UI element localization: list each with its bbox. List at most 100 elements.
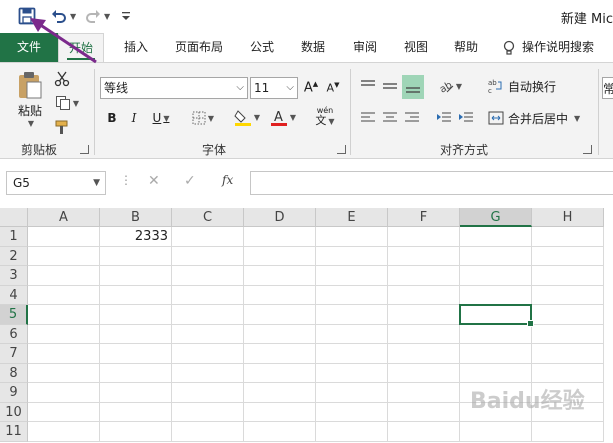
cell-g2[interactable] <box>460 246 532 266</box>
cell-c6[interactable] <box>172 324 244 344</box>
cell-c3[interactable] <box>172 266 244 286</box>
row-header-6[interactable]: 6 <box>0 324 28 344</box>
align-right-button[interactable] <box>402 107 422 129</box>
cell-f2[interactable] <box>388 246 460 266</box>
tab-review[interactable]: 审阅 <box>342 33 388 62</box>
borders-button[interactable]: ▼ <box>188 107 218 129</box>
cell-h1[interactable] <box>532 227 604 247</box>
enter-check-icon[interactable]: ✓ <box>184 173 196 189</box>
cell-a6[interactable] <box>28 324 100 344</box>
row-header-8[interactable]: 8 <box>0 363 28 383</box>
more-options-icon[interactable]: ⋮ <box>120 173 132 187</box>
cell-h3[interactable] <box>532 266 604 286</box>
row-header-3[interactable]: 3 <box>0 266 28 286</box>
column-header-g[interactable]: G <box>460 208 532 227</box>
italic-button[interactable]: I <box>126 107 142 129</box>
tab-page-layout[interactable]: 页面布局 <box>165 33 233 62</box>
cell-a7[interactable] <box>28 344 100 364</box>
cell-e2[interactable] <box>316 246 388 266</box>
cell-e4[interactable] <box>316 285 388 305</box>
cell-a10[interactable] <box>28 402 100 422</box>
font-dialog-launcher[interactable] <box>337 145 346 154</box>
cell-b4[interactable] <box>100 285 172 305</box>
align-left-button[interactable] <box>358 107 378 129</box>
cell-c4[interactable] <box>172 285 244 305</box>
wrap-text-button[interactable]: ab c 自动换行 <box>488 75 560 97</box>
paste-dropdown-icon[interactable]: ▼ <box>28 119 34 128</box>
bottom-align-button[interactable] <box>402 75 424 99</box>
redo-button[interactable]: ▼ <box>84 6 110 26</box>
orientation-dropdown-icon[interactable]: ▼ <box>456 82 462 91</box>
insert-function-button[interactable]: fx <box>222 173 233 187</box>
cell-c11[interactable] <box>172 422 244 442</box>
redo-dropdown-icon[interactable]: ▼ <box>104 12 110 21</box>
cell-f11[interactable] <box>388 422 460 442</box>
cell-e10[interactable] <box>316 402 388 422</box>
cell-a8[interactable] <box>28 363 100 383</box>
fill-color-dropdown-icon[interactable]: ▼ <box>254 113 260 122</box>
cell-f7[interactable] <box>388 344 460 364</box>
cell-e5[interactable] <box>316 305 388 325</box>
column-header-f[interactable]: F <box>388 208 460 227</box>
cell-b8[interactable] <box>100 363 172 383</box>
cell-b5[interactable] <box>100 305 172 325</box>
underline-button[interactable]: U ▼ <box>148 107 174 129</box>
column-header-d[interactable]: D <box>244 208 316 227</box>
font-color-dropdown-icon[interactable]: ▼ <box>290 113 296 122</box>
cut-button[interactable] <box>52 69 72 89</box>
tab-home[interactable]: 开始 <box>58 33 104 63</box>
cell-g1[interactable] <box>460 227 532 247</box>
cell-f1[interactable] <box>388 227 460 247</box>
cell-c7[interactable] <box>172 344 244 364</box>
undo-button[interactable]: ▼ <box>50 6 76 26</box>
tab-insert[interactable]: 插入 <box>113 33 159 62</box>
font-name-combo[interactable]: 等线 ⌵ <box>100 77 248 99</box>
cell-f6[interactable] <box>388 324 460 344</box>
row-header-10[interactable]: 10 <box>0 402 28 422</box>
cell-d7[interactable] <box>244 344 316 364</box>
cell-e9[interactable] <box>316 383 388 403</box>
cell-h6[interactable] <box>532 324 604 344</box>
cell-g4[interactable] <box>460 285 532 305</box>
column-header-b[interactable]: B <box>100 208 172 227</box>
cell-f4[interactable] <box>388 285 460 305</box>
tab-data[interactable]: 数据 <box>290 33 336 62</box>
cell-b3[interactable] <box>100 266 172 286</box>
cell-d4[interactable] <box>244 285 316 305</box>
cell-a4[interactable] <box>28 285 100 305</box>
cell-e11[interactable] <box>316 422 388 442</box>
cell-g11[interactable] <box>460 422 532 442</box>
cell-c1[interactable] <box>172 227 244 247</box>
cell-b11[interactable] <box>100 422 172 442</box>
column-header-h[interactable]: H <box>532 208 604 227</box>
cell-a9[interactable] <box>28 383 100 403</box>
bold-button[interactable]: B <box>104 107 120 129</box>
cell-c2[interactable] <box>172 246 244 266</box>
row-header-1[interactable]: 1 <box>0 227 28 247</box>
cell-b1[interactable]: 2333 <box>100 227 172 247</box>
row-header-5[interactable]: 5 <box>0 305 28 325</box>
align-center-button[interactable] <box>380 107 400 129</box>
cell-f8[interactable] <box>388 363 460 383</box>
decrease-indent-button[interactable] <box>434 107 454 129</box>
column-header-e[interactable]: E <box>316 208 388 227</box>
cell-g8[interactable] <box>460 363 532 383</box>
phonetic-guide-button[interactable]: wén 文 ▼ <box>308 105 342 129</box>
cell-d5[interactable] <box>244 305 316 325</box>
cell-c10[interactable] <box>172 402 244 422</box>
cell-e7[interactable] <box>316 344 388 364</box>
alignment-dialog-launcher[interactable] <box>583 145 592 154</box>
column-header-a[interactable]: A <box>28 208 100 227</box>
cell-g6[interactable] <box>460 324 532 344</box>
row-header-2[interactable]: 2 <box>0 246 28 266</box>
undo-dropdown-icon[interactable]: ▼ <box>70 12 76 21</box>
cell-d2[interactable] <box>244 246 316 266</box>
column-header-c[interactable]: C <box>172 208 244 227</box>
cell-b10[interactable] <box>100 402 172 422</box>
tab-view[interactable]: 视图 <box>393 33 439 62</box>
copy-button[interactable]: ▼ <box>52 93 82 113</box>
row-header-9[interactable]: 9 <box>0 383 28 403</box>
cancel-icon[interactable]: ✕ <box>148 173 160 189</box>
cell-h7[interactable] <box>532 344 604 364</box>
cell-b7[interactable] <box>100 344 172 364</box>
